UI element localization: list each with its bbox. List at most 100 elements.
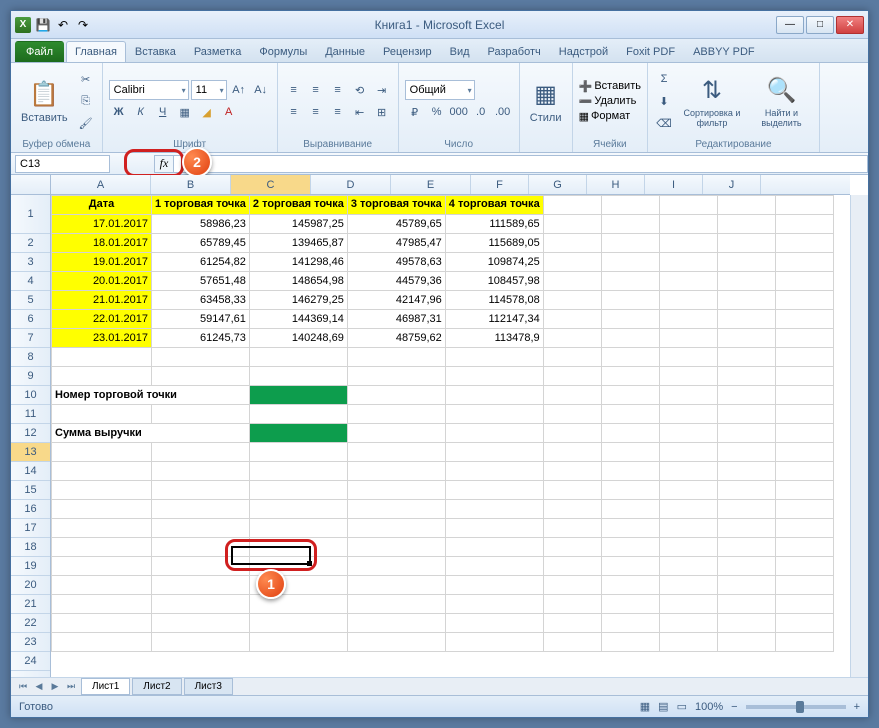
tab-data[interactable]: Данные <box>316 41 374 62</box>
horizontal-scrollbar[interactable]: ⏮◀▶⏭ Лист1 Лист2 Лист3 <box>11 677 868 695</box>
find-icon: 🔍 <box>765 74 797 106</box>
align-bottom-icon[interactable]: ≡ <box>328 80 348 100</box>
font-name-combo[interactable]: Calibri <box>109 80 189 100</box>
insert-row-icon: ➕ <box>579 80 593 93</box>
orientation-icon[interactable]: ⟲ <box>350 80 370 100</box>
tab-layout[interactable]: Разметка <box>185 41 251 62</box>
cells[interactable]: Дата1 торговая точка2 торговая точка3 то… <box>51 195 834 652</box>
italic-button[interactable]: К <box>131 102 151 122</box>
close-button[interactable]: ✕ <box>836 16 864 34</box>
tab-view[interactable]: Вид <box>441 41 479 62</box>
styles-button[interactable]: ▦Стили <box>526 76 566 126</box>
zoom-in-button[interactable]: + <box>854 701 860 713</box>
format-icon: ▦ <box>579 110 589 123</box>
zoom-out-button[interactable]: − <box>731 701 737 713</box>
redo-icon[interactable]: ↷ <box>75 17 91 33</box>
tab-developer[interactable]: Разработч <box>479 41 550 62</box>
window-title: Книга1 - Microsoft Excel <box>375 18 505 32</box>
tab-review[interactable]: Рецензир <box>374 41 441 62</box>
formula-bar: C13 fx 2 <box>11 153 868 175</box>
sheet-tab-3[interactable]: Лист3 <box>184 678 233 695</box>
view-break-icon[interactable]: ▭ <box>677 700 687 713</box>
quick-access-toolbar: X 💾 ↶ ↷ <box>15 17 91 33</box>
align-middle-icon[interactable]: ≡ <box>306 80 326 100</box>
fill-icon[interactable]: ⬇ <box>654 91 674 111</box>
paste-button[interactable]: 📋Вставить <box>17 76 72 126</box>
find-select-button[interactable]: 🔍Найти и выделить <box>750 72 813 130</box>
app-window: X 💾 ↶ ↷ Книга1 - Microsoft Excel — □ ✕ Ф… <box>10 10 869 718</box>
group-editing: Σ ⬇ ⌫ ⇅Сортировка и фильтр 🔍Найти и выде… <box>648 63 820 152</box>
group-font: Calibri 11 A↑ A↓ Ж К Ч ▦ ◢ A Шрифт <box>103 63 278 152</box>
clipboard-icon: 📋 <box>28 78 60 110</box>
group-clipboard: 📋Вставить ✂ ⎘ 🖌 Буфер обмена <box>11 63 103 152</box>
insert-function-button[interactable]: fx <box>154 155 174 173</box>
align-center-icon[interactable]: ≡ <box>306 102 326 122</box>
view-layout-icon[interactable]: ▤ <box>658 700 668 713</box>
column-headers[interactable]: ABCDEFGHIJ <box>51 175 850 195</box>
sort-icon: ⇅ <box>696 74 728 106</box>
align-top-icon[interactable]: ≡ <box>284 80 304 100</box>
indent-dec-icon[interactable]: ⇤ <box>350 102 370 122</box>
sort-filter-button[interactable]: ⇅Сортировка и фильтр <box>678 72 746 130</box>
inc-decimal-icon[interactable]: .0 <box>471 102 491 122</box>
vertical-scrollbar[interactable] <box>850 195 868 677</box>
tab-file[interactable]: Файл <box>15 41 64 62</box>
insert-cells-button[interactable]: ➕Вставить <box>579 80 641 93</box>
view-normal-icon[interactable]: ▦ <box>640 700 650 713</box>
font-size-combo[interactable]: 11 <box>191 80 227 100</box>
comma-icon[interactable]: 000 <box>449 102 469 122</box>
group-cells: ➕Вставить ➖Удалить ▦Формат Ячейки <box>573 63 648 152</box>
name-box[interactable]: C13 <box>15 155 110 173</box>
ribbon: 📋Вставить ✂ ⎘ 🖌 Буфер обмена Calibri 11 … <box>11 63 868 153</box>
tab-insert[interactable]: Вставка <box>126 41 185 62</box>
worksheet-grid[interactable]: ABCDEFGHIJ 12345678910111213141516171819… <box>11 175 868 695</box>
sheet-nav[interactable]: ⏮◀▶⏭ <box>15 681 79 692</box>
titlebar: X 💾 ↶ ↷ Книга1 - Microsoft Excel — □ ✕ <box>11 11 868 39</box>
underline-button[interactable]: Ч <box>153 102 173 122</box>
styles-icon: ▦ <box>530 78 562 110</box>
format-painter-icon[interactable]: 🖌 <box>76 113 96 133</box>
status-bar: Готово ▦ ▤ ▭ 100% − + <box>11 695 868 717</box>
fill-color-icon[interactable]: ◢ <box>197 102 217 122</box>
row-headers[interactable]: 123456789101112131415161718192021222324 <box>11 195 51 677</box>
border-icon[interactable]: ▦ <box>175 102 195 122</box>
shrink-font-icon[interactable]: A↓ <box>251 80 271 100</box>
font-color-icon[interactable]: A <box>219 102 239 122</box>
ribbon-tabs: Файл Главная Вставка Разметка Формулы Да… <box>11 39 868 63</box>
align-right-icon[interactable]: ≡ <box>328 102 348 122</box>
dec-decimal-icon[interactable]: .00 <box>493 102 513 122</box>
number-format-combo[interactable]: Общий <box>405 80 475 100</box>
maximize-button[interactable]: □ <box>806 16 834 34</box>
tab-formulas[interactable]: Формулы <box>250 41 316 62</box>
tab-abbyy[interactable]: ABBYY PDF <box>684 41 764 62</box>
cut-icon[interactable]: ✂ <box>76 69 96 89</box>
delete-row-icon: ➖ <box>579 95 593 108</box>
sheet-tab-1[interactable]: Лист1 <box>81 678 130 695</box>
tab-home[interactable]: Главная <box>66 41 126 62</box>
save-icon[interactable]: 💾 <box>35 17 51 33</box>
undo-icon[interactable]: ↶ <box>55 17 71 33</box>
currency-icon[interactable]: ₽ <box>405 102 425 122</box>
minimize-button[interactable]: — <box>776 16 804 34</box>
zoom-slider[interactable] <box>746 705 846 709</box>
tab-addins[interactable]: Надстрой <box>550 41 617 62</box>
merge-icon[interactable]: ⊞ <box>372 102 392 122</box>
group-number: Общий ₽ % 000 .0 .00 Число <box>399 63 520 152</box>
wrap-text-icon[interactable]: ⇥ <box>372 80 392 100</box>
align-left-icon[interactable]: ≡ <box>284 102 304 122</box>
group-styles: ▦Стили <box>520 63 573 152</box>
zoom-level[interactable]: 100% <box>695 701 723 713</box>
select-all-corner[interactable] <box>11 175 51 195</box>
status-text: Готово <box>19 701 53 713</box>
copy-icon[interactable]: ⎘ <box>76 91 96 111</box>
percent-icon[interactable]: % <box>427 102 447 122</box>
sheet-tab-2[interactable]: Лист2 <box>132 678 181 695</box>
tab-foxit[interactable]: Foxit PDF <box>617 41 684 62</box>
bold-button[interactable]: Ж <box>109 102 129 122</box>
grow-font-icon[interactable]: A↑ <box>229 80 249 100</box>
clear-icon[interactable]: ⌫ <box>654 113 674 133</box>
delete-cells-button[interactable]: ➖Удалить <box>579 95 641 108</box>
format-cells-button[interactable]: ▦Формат <box>579 110 641 123</box>
autosum-icon[interactable]: Σ <box>654 69 674 89</box>
formula-input[interactable] <box>174 155 868 173</box>
